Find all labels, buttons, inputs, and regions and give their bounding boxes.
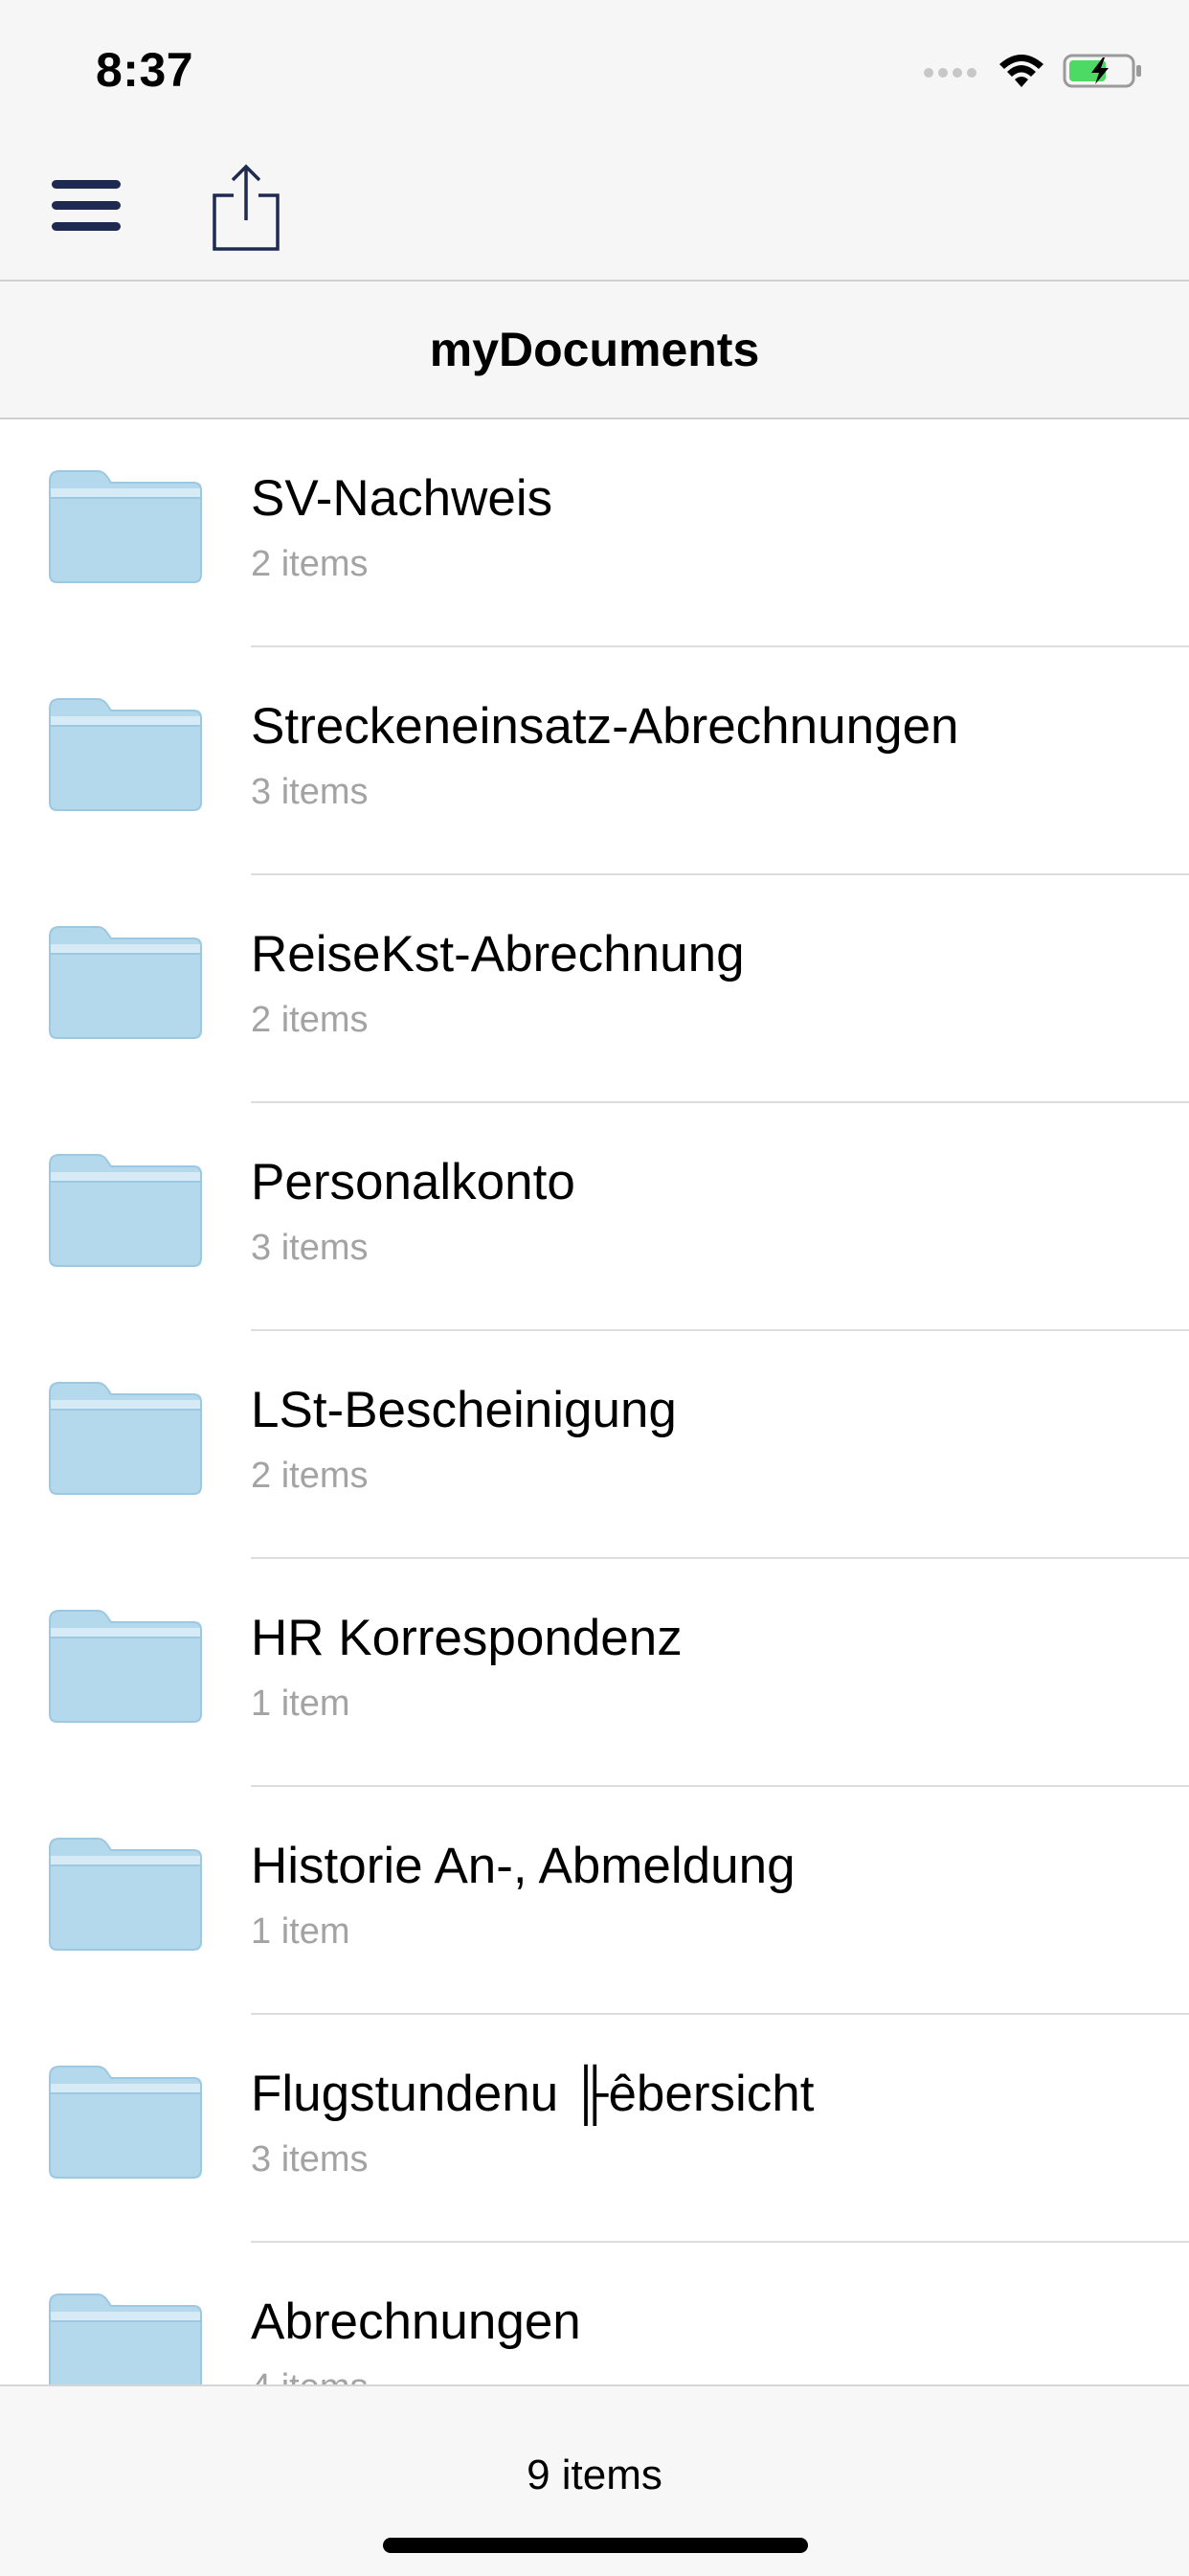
wifi-icon: [999, 55, 1043, 87]
folder-item-count: 4 items: [251, 2367, 368, 2384]
status-time: 8:37: [96, 43, 194, 97]
folder-item-count: 3 items: [251, 772, 369, 812]
share-icon: [213, 164, 280, 251]
status-bar: 8:37: [0, 0, 1189, 134]
folder-list: SV-Nachweis 2 items Streckeneinsatz-Abre…: [0, 419, 1189, 2384]
folder-name: SV-Nachweis: [251, 470, 553, 527]
toolbar: [0, 134, 1189, 282]
folder-row[interactable]: ReiseKst-Abrechnung 2 items: [0, 875, 1189, 1103]
status-icons: [923, 50, 1143, 92]
folder-name: Historie An-, Abmeldung: [251, 1838, 796, 1894]
folder-name: Personalkonto: [251, 1154, 575, 1210]
folder-item-count: 2 items: [251, 1000, 369, 1040]
folder-item-count: 3 items: [251, 1228, 369, 1268]
folder-name: Streckeneinsatz-Abrechnungen: [251, 698, 959, 755]
folder-name: HR Korrespondenz: [251, 1610, 683, 1666]
folder-icon: [49, 2066, 202, 2179]
folder-row[interactable]: Flugstundenu ╟êbersicht 3 items: [0, 2015, 1189, 2243]
folder-icon: [49, 2294, 202, 2384]
folder-item-count: 2 items: [251, 1456, 369, 1496]
folder-row[interactable]: SV-Nachweis 2 items: [0, 419, 1189, 647]
folder-name: LSt-Bescheinigung: [251, 1382, 677, 1438]
folder-icon: [49, 698, 202, 811]
folder-row[interactable]: Abrechnungen 4 items: [0, 2243, 1189, 2384]
title-bar: myDocuments: [0, 282, 1189, 419]
page-title: myDocuments: [429, 323, 760, 376]
battery-charging-icon: [1063, 54, 1141, 88]
folder-name: Flugstundenu ╟êbersicht: [251, 2066, 815, 2122]
folder-row[interactable]: Personalkonto 3 items: [0, 1103, 1189, 1331]
folder-row[interactable]: LSt-Bescheinigung 2 items: [0, 1331, 1189, 1559]
folder-icon: [49, 1382, 202, 1495]
home-indicator[interactable]: [383, 2538, 808, 2553]
folder-row[interactable]: Historie An-, Abmeldung 1 item: [0, 1787, 1189, 2015]
bottom-bar: 9 items: [0, 2384, 1189, 2576]
folder-item-count: 3 items: [251, 2139, 369, 2180]
folder-icon: [49, 1838, 202, 1951]
folder-icon: [49, 470, 202, 583]
folder-name: Abrechnungen: [251, 2294, 581, 2350]
signal-dots-icon: [924, 68, 976, 78]
footer-item-count: 9 items: [527, 2452, 662, 2498]
folder-row[interactable]: HR Korrespondenz 1 item: [0, 1559, 1189, 1787]
folder-icon: [49, 926, 202, 1039]
folder-item-count: 2 items: [251, 544, 369, 584]
menu-button[interactable]: [50, 174, 123, 237]
share-button[interactable]: [211, 163, 281, 253]
folder-icon: [49, 1154, 202, 1267]
folder-name: ReiseKst-Abrechnung: [251, 926, 745, 983]
hamburger-menu-icon: [52, 180, 121, 231]
folder-icon: [49, 1610, 202, 1723]
folder-item-count: 1 item: [251, 1911, 350, 1952]
folder-item-count: 1 item: [251, 1683, 350, 1724]
folder-row[interactable]: Streckeneinsatz-Abrechnungen 3 items: [0, 647, 1189, 875]
